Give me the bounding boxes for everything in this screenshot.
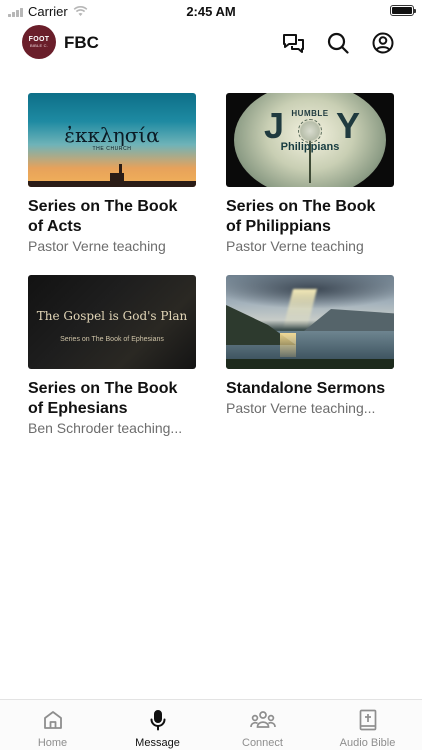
series-title[interactable]: Series on The Book of Philippians <box>226 197 394 237</box>
search-icon[interactable] <box>326 31 350 55</box>
tab-label: Message <box>135 737 180 749</box>
people-icon <box>210 709 315 731</box>
thumbnail-headline: ἐκκλησία <box>64 123 160 147</box>
series-thumbnail-philippians[interactable]: J Y HUMBLE Philippians <box>226 93 394 187</box>
tab-message[interactable]: Message <box>105 700 210 750</box>
tab-label: Home <box>37 737 68 749</box>
series-thumbnail-acts[interactable]: ἐκκλησία THE CHURCH <box>28 93 196 187</box>
thumbnail-caption-bottom: Philippians <box>280 141 340 153</box>
church-logo[interactable]: FOOT BIBLE C. <box>22 25 56 59</box>
thumbnail-caption-top: HUMBLE <box>291 109 329 118</box>
church-silhouette <box>110 164 124 183</box>
tab-home[interactable]: Home <box>0 700 105 750</box>
series-title[interactable]: Standalone Sermons <box>226 379 394 399</box>
status-bar: Carrier 2:45 AM <box>0 0 422 22</box>
series-subtitle: Ben Schroder teaching... <box>28 420 183 436</box>
app-title: FBC <box>64 33 99 52</box>
tab-label: Connect <box>242 737 283 749</box>
home-icon <box>0 709 105 731</box>
series-subtitle: Pastor Verne teaching <box>28 238 166 254</box>
app-header: FOOT BIBLE C. FBC <box>0 25 422 63</box>
dandelion-image <box>298 119 322 143</box>
logo-subtext: BIBLE C. <box>29 43 49 48</box>
tab-audio-bible[interactable]: Audio Bible <box>315 700 420 750</box>
tab-connect[interactable]: Connect <box>210 700 315 750</box>
series-subtitle: Pastor Verne teaching... <box>226 400 376 416</box>
series-card-ephesians[interactable]: The Gospel is God's Plan Series on The B… <box>28 275 196 436</box>
status-time: 2:45 AM <box>186 4 236 19</box>
tab-label: Audio Bible <box>339 737 396 749</box>
thumbnail-headline: The Gospel is God's Plan <box>36 309 188 323</box>
series-subtitle: Pastor Verne teaching <box>226 238 364 254</box>
series-card-acts[interactable]: ἐκκλησία THE CHURCH Series on The Book o… <box>28 93 196 254</box>
bible-icon <box>315 709 420 731</box>
series-thumbnail-standalone[interactable] <box>226 275 394 369</box>
series-card-standalone[interactable]: Standalone Sermons Pastor Verne teaching… <box>226 275 394 416</box>
thumbnail-caption: Series on The Book of Ephesians <box>60 336 164 343</box>
series-title[interactable]: Series on The Book of Acts <box>28 197 196 237</box>
profile-icon[interactable] <box>371 31 395 55</box>
thumbnail-caption: THE CHURCH <box>92 146 132 152</box>
series-title[interactable]: Series on The Book of Ephesians <box>28 379 196 419</box>
series-thumbnail-ephesians[interactable]: The Gospel is God's Plan Series on The B… <box>28 275 196 369</box>
logo-text: FOOT <box>28 36 50 43</box>
chat-icon[interactable] <box>281 31 305 55</box>
battery-icon <box>390 5 416 16</box>
microphone-icon <box>105 709 210 731</box>
series-card-philippians[interactable]: J Y HUMBLE Philippians Series on The Boo… <box>226 93 394 254</box>
bottom-tab-bar: Home Message Connect Audio Bible <box>0 699 422 750</box>
